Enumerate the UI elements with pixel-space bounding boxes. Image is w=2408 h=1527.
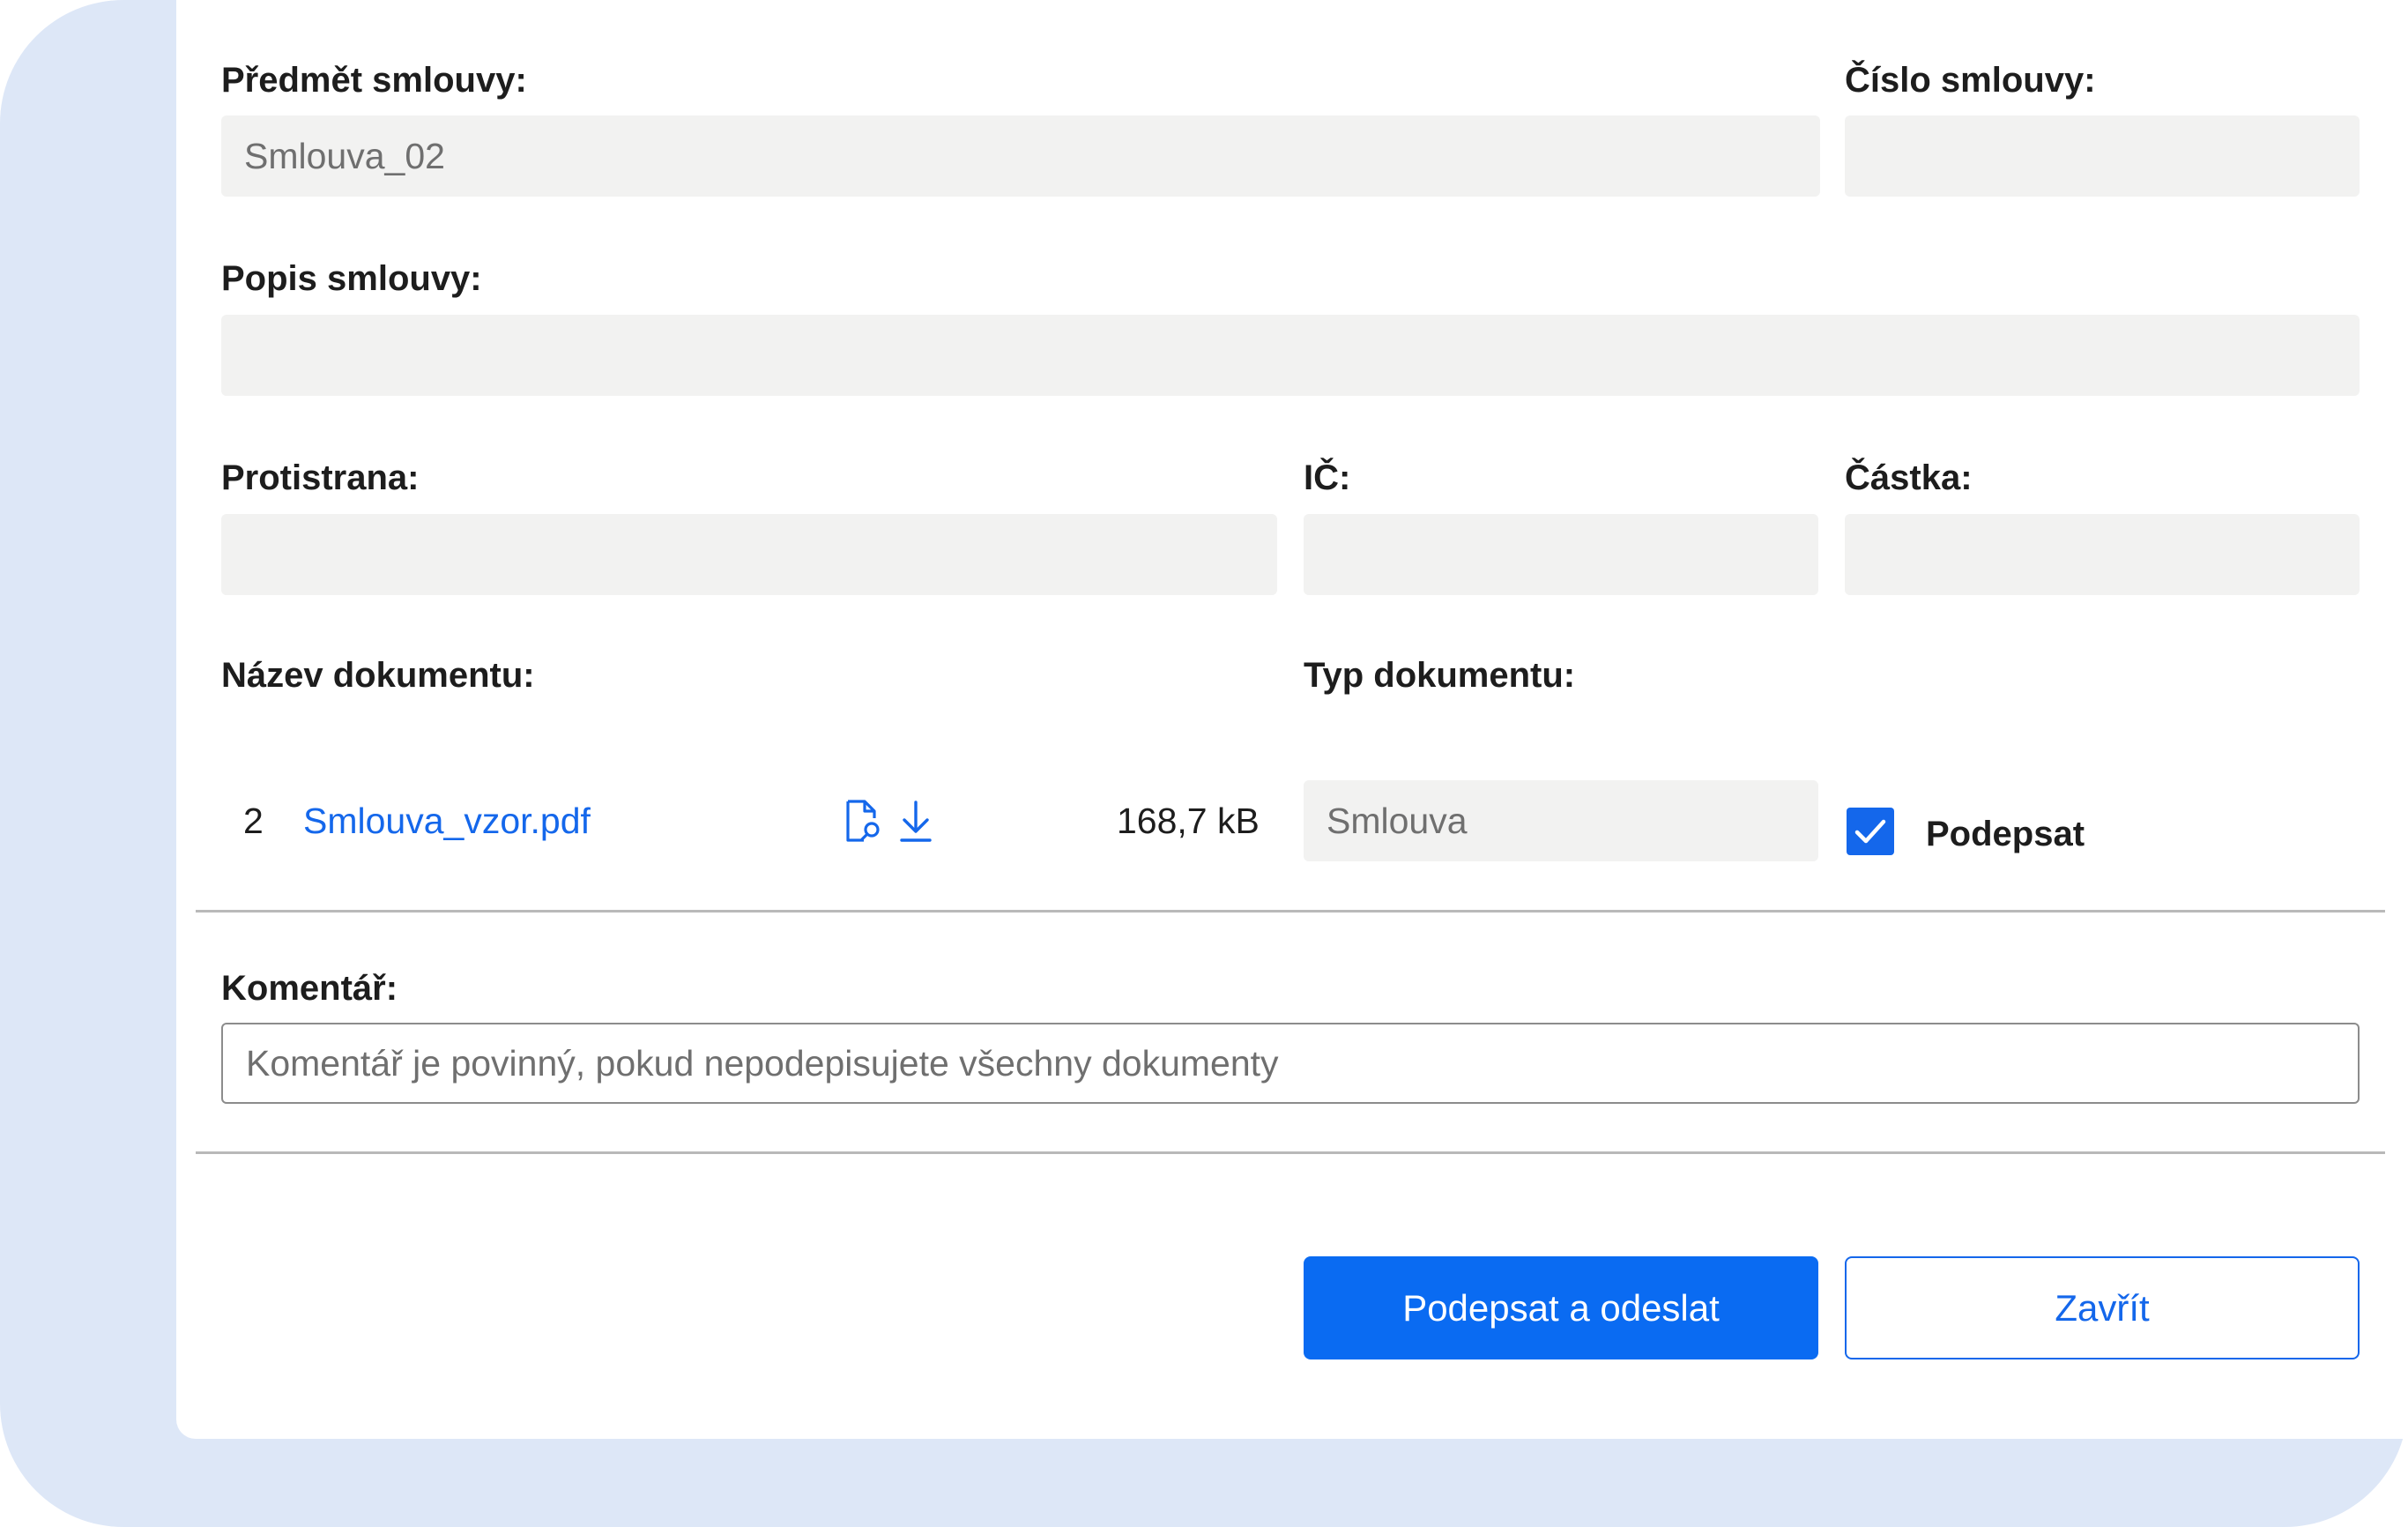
contract-form-panel [176,0,2408,1439]
sign-and-send-button[interactable]: Podepsat a odeslat [1304,1256,1818,1359]
counterparty-field [221,514,1277,595]
subject-field: Smlouva_02 [221,115,1820,197]
subject-label: Předmět smlouvy: [221,61,527,100]
document-index: 2 [243,801,264,841]
ic-field [1304,514,1818,595]
document-size: 168,7 kB [1117,801,1260,841]
amount-field [1845,514,2360,595]
counterparty-label: Protistrana: [221,458,420,497]
divider [196,1151,2385,1154]
close-button[interactable]: Zavřít [1845,1256,2360,1359]
download-icon[interactable] [896,797,936,845]
comment-label: Komentář: [221,969,398,1008]
description-field [221,315,2360,396]
contract-number-field [1845,115,2360,197]
document-link[interactable]: Smlouva_vzor.pdf [303,800,591,842]
sign-checkbox[interactable] [1847,808,1894,855]
contract-number-label: Číslo smlouvy: [1845,61,2096,100]
description-label: Popis smlouvy: [221,259,482,298]
document-type-field: Smlouva [1304,780,1818,861]
document-name-label: Název dokumentu: [221,656,535,695]
document-search-icon[interactable] [841,797,885,845]
checkmark-icon [1854,819,1886,844]
document-type-label: Typ dokumentu: [1304,656,1576,695]
divider [196,910,2385,912]
amount-label: Částka: [1845,458,1973,497]
ic-label: IČ: [1304,458,1351,497]
sign-checkbox-label: Podepsat [1926,815,2085,853]
comment-input[interactable] [221,1023,2360,1104]
